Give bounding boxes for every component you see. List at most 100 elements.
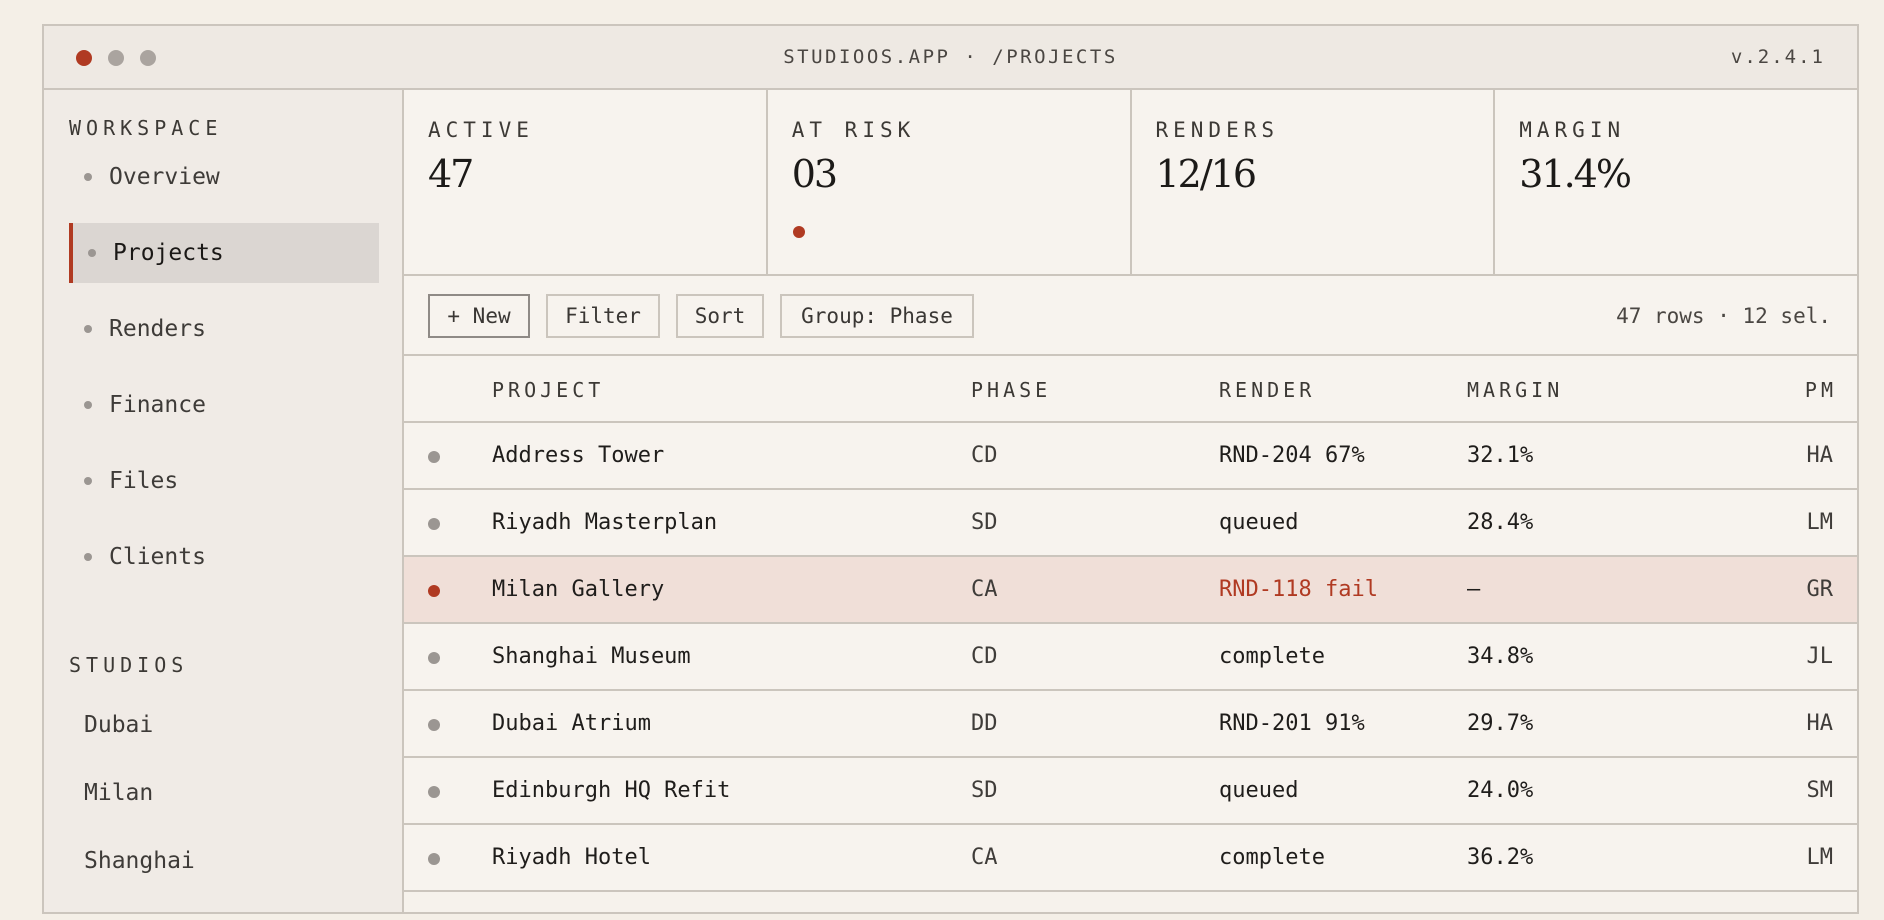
bullet-icon [84,553,92,561]
cell-render: queued [1219,778,1299,803]
cell-margin: 32.1% [1467,443,1534,468]
cell-project: Edinburgh HQ Refit [492,778,731,803]
sidebar-item-finance[interactable]: Finance [69,375,379,435]
sidebar-item-label: Finance [109,392,206,418]
column-header-margin[interactable]: MARGIN [1467,378,1563,402]
cell-render: complete [1219,644,1325,669]
bullet-icon [88,249,96,257]
cell-margin: 24.0% [1467,778,1534,803]
sidebar: WORKSPACE Overview Projects Renders Fina… [44,90,404,912]
studio-item-dubai[interactable]: Dubai [84,712,153,738]
risk-indicator-icon [792,226,805,238]
table-row[interactable]: Riyadh Masterplan SD queued 28.4% LM [404,490,1857,557]
status-dot-icon [428,518,440,530]
stat-margin: MARGIN 31.4% [1495,90,1857,274]
table-row[interactable]: Dubai Atrium DD RND-201 91% 29.7% HA [404,691,1857,758]
alert-dot-icon [428,585,440,597]
table-body: Address Tower CD RND-204 67% 32.1% HA Ri… [404,423,1857,892]
cell-pm: HA [1806,711,1834,736]
table-row[interactable]: Edinburgh HQ Refit SD queued 24.0% SM [404,758,1857,825]
stats-row: ACTIVE 47 AT RISK 03 RENDERS 12/16 MARGI… [404,90,1857,276]
cell-render: queued [1219,510,1299,535]
cell-pm: GR [1806,577,1834,602]
bullet-icon [84,173,92,181]
column-header-phase[interactable]: PHASE [971,378,1051,402]
stat-renders: RENDERS 12/16 [1131,90,1496,274]
cell-pm: LM [1806,510,1834,535]
sidebar-item-label: Clients [109,544,206,570]
cell-margin: 34.8% [1467,644,1534,669]
cell-render: complete [1219,845,1325,870]
status-dot-icon [428,853,440,865]
sidebar-item-overview[interactable]: Overview [69,147,379,207]
table-row-alert[interactable]: Milan Gallery CA RND-118 fail — GR [404,557,1857,624]
cell-margin: — [1467,577,1481,602]
sidebar-item-files[interactable]: Files [69,451,379,511]
cell-phase: CA [971,845,998,870]
main-content: ACTIVE 47 AT RISK 03 RENDERS 12/16 MARGI… [404,90,1857,912]
cell-margin: 29.7% [1467,711,1534,736]
status-dot-icon [428,786,440,798]
table-row[interactable]: Shanghai Museum CD complete 34.8% JL [404,624,1857,691]
cell-render: RND-201 91% [1219,711,1365,736]
cell-render: RND-204 67% [1219,443,1365,468]
sidebar-item-label: Renders [109,316,206,342]
stat-at-risk: AT RISK 03 [767,90,1132,274]
sidebar-item-projects[interactable]: Projects [69,223,379,283]
cell-margin: 36.2% [1467,845,1534,870]
cell-phase: CD [971,443,998,468]
status-dot-icon [428,652,440,664]
cell-pm: LM [1806,845,1834,870]
cell-render: RND-118 fail [1219,577,1378,602]
column-header-project[interactable]: PROJECT [492,378,604,402]
cell-margin: 28.4% [1467,510,1534,535]
sidebar-item-label: Overview [109,164,220,190]
column-header-render[interactable]: RENDER [1219,378,1315,402]
stat-value: 47 [428,152,474,196]
studio-item-milan[interactable]: Milan [84,780,153,806]
studio-item-shanghai[interactable]: Shanghai [84,848,195,874]
cell-project: Riyadh Masterplan [492,510,718,535]
cell-phase: CA [971,577,998,602]
stat-active: ACTIVE 47 [404,90,768,274]
window-title: STUDIOOS.APP · /PROJECTS [783,46,1118,68]
stat-label: AT RISK [791,118,916,142]
status-dot-icon [428,451,440,463]
version-label: v.2.4.1 [1730,46,1825,68]
table-row[interactable]: Riyadh Hotel CA complete 36.2% LM [404,825,1857,892]
stat-value: 31.4% [1519,152,1632,196]
sort-button[interactable]: Sort [676,294,764,338]
stat-value: 03 [791,152,838,196]
cell-pm: HA [1806,443,1834,468]
group-by-button[interactable]: Group: Phase [780,294,974,338]
filter-button[interactable]: Filter [546,294,660,338]
bullet-icon [84,401,92,409]
cell-phase: DD [971,711,998,736]
cell-project: Riyadh Hotel [492,845,651,870]
status-dot-icon [428,719,440,731]
stat-label: RENDERS [1155,118,1280,142]
row-count: 47 rows · 12 sel. [1616,304,1831,328]
title-bar: STUDIOOS.APP · /PROJECTS v.2.4.1 [44,26,1857,90]
cell-phase: SD [971,510,998,535]
new-project-button[interactable]: + New [428,294,530,338]
table-header: PROJECT PHASE RENDER MARGIN PM [404,356,1857,423]
sidebar-item-label: Projects [113,240,224,266]
cell-project: Address Tower [492,443,665,468]
sidebar-item-clients[interactable]: Clients [69,527,379,587]
sidebar-item-renders[interactable]: Renders [69,299,379,359]
cell-phase: CD [971,644,998,669]
table-row[interactable]: Address Tower CD RND-204 67% 32.1% HA [404,423,1857,490]
app-window: STUDIOOS.APP · /PROJECTS v.2.4.1 WORKSPA… [42,24,1859,914]
stat-label: MARGIN [1519,118,1626,142]
cell-project: Shanghai Museum [492,644,691,669]
sidebar-item-label: Files [109,468,179,494]
studios-section-label: STUDIOS [69,653,189,677]
cell-project: Dubai Atrium [492,711,651,736]
column-header-pm[interactable]: PM [1805,378,1837,402]
cell-pm: JL [1806,644,1834,669]
bullet-icon [84,477,92,485]
cell-phase: SD [971,778,998,803]
stat-label: ACTIVE [428,118,534,142]
toolbar: + New Filter Sort Group: Phase 47 rows ·… [404,276,1857,356]
